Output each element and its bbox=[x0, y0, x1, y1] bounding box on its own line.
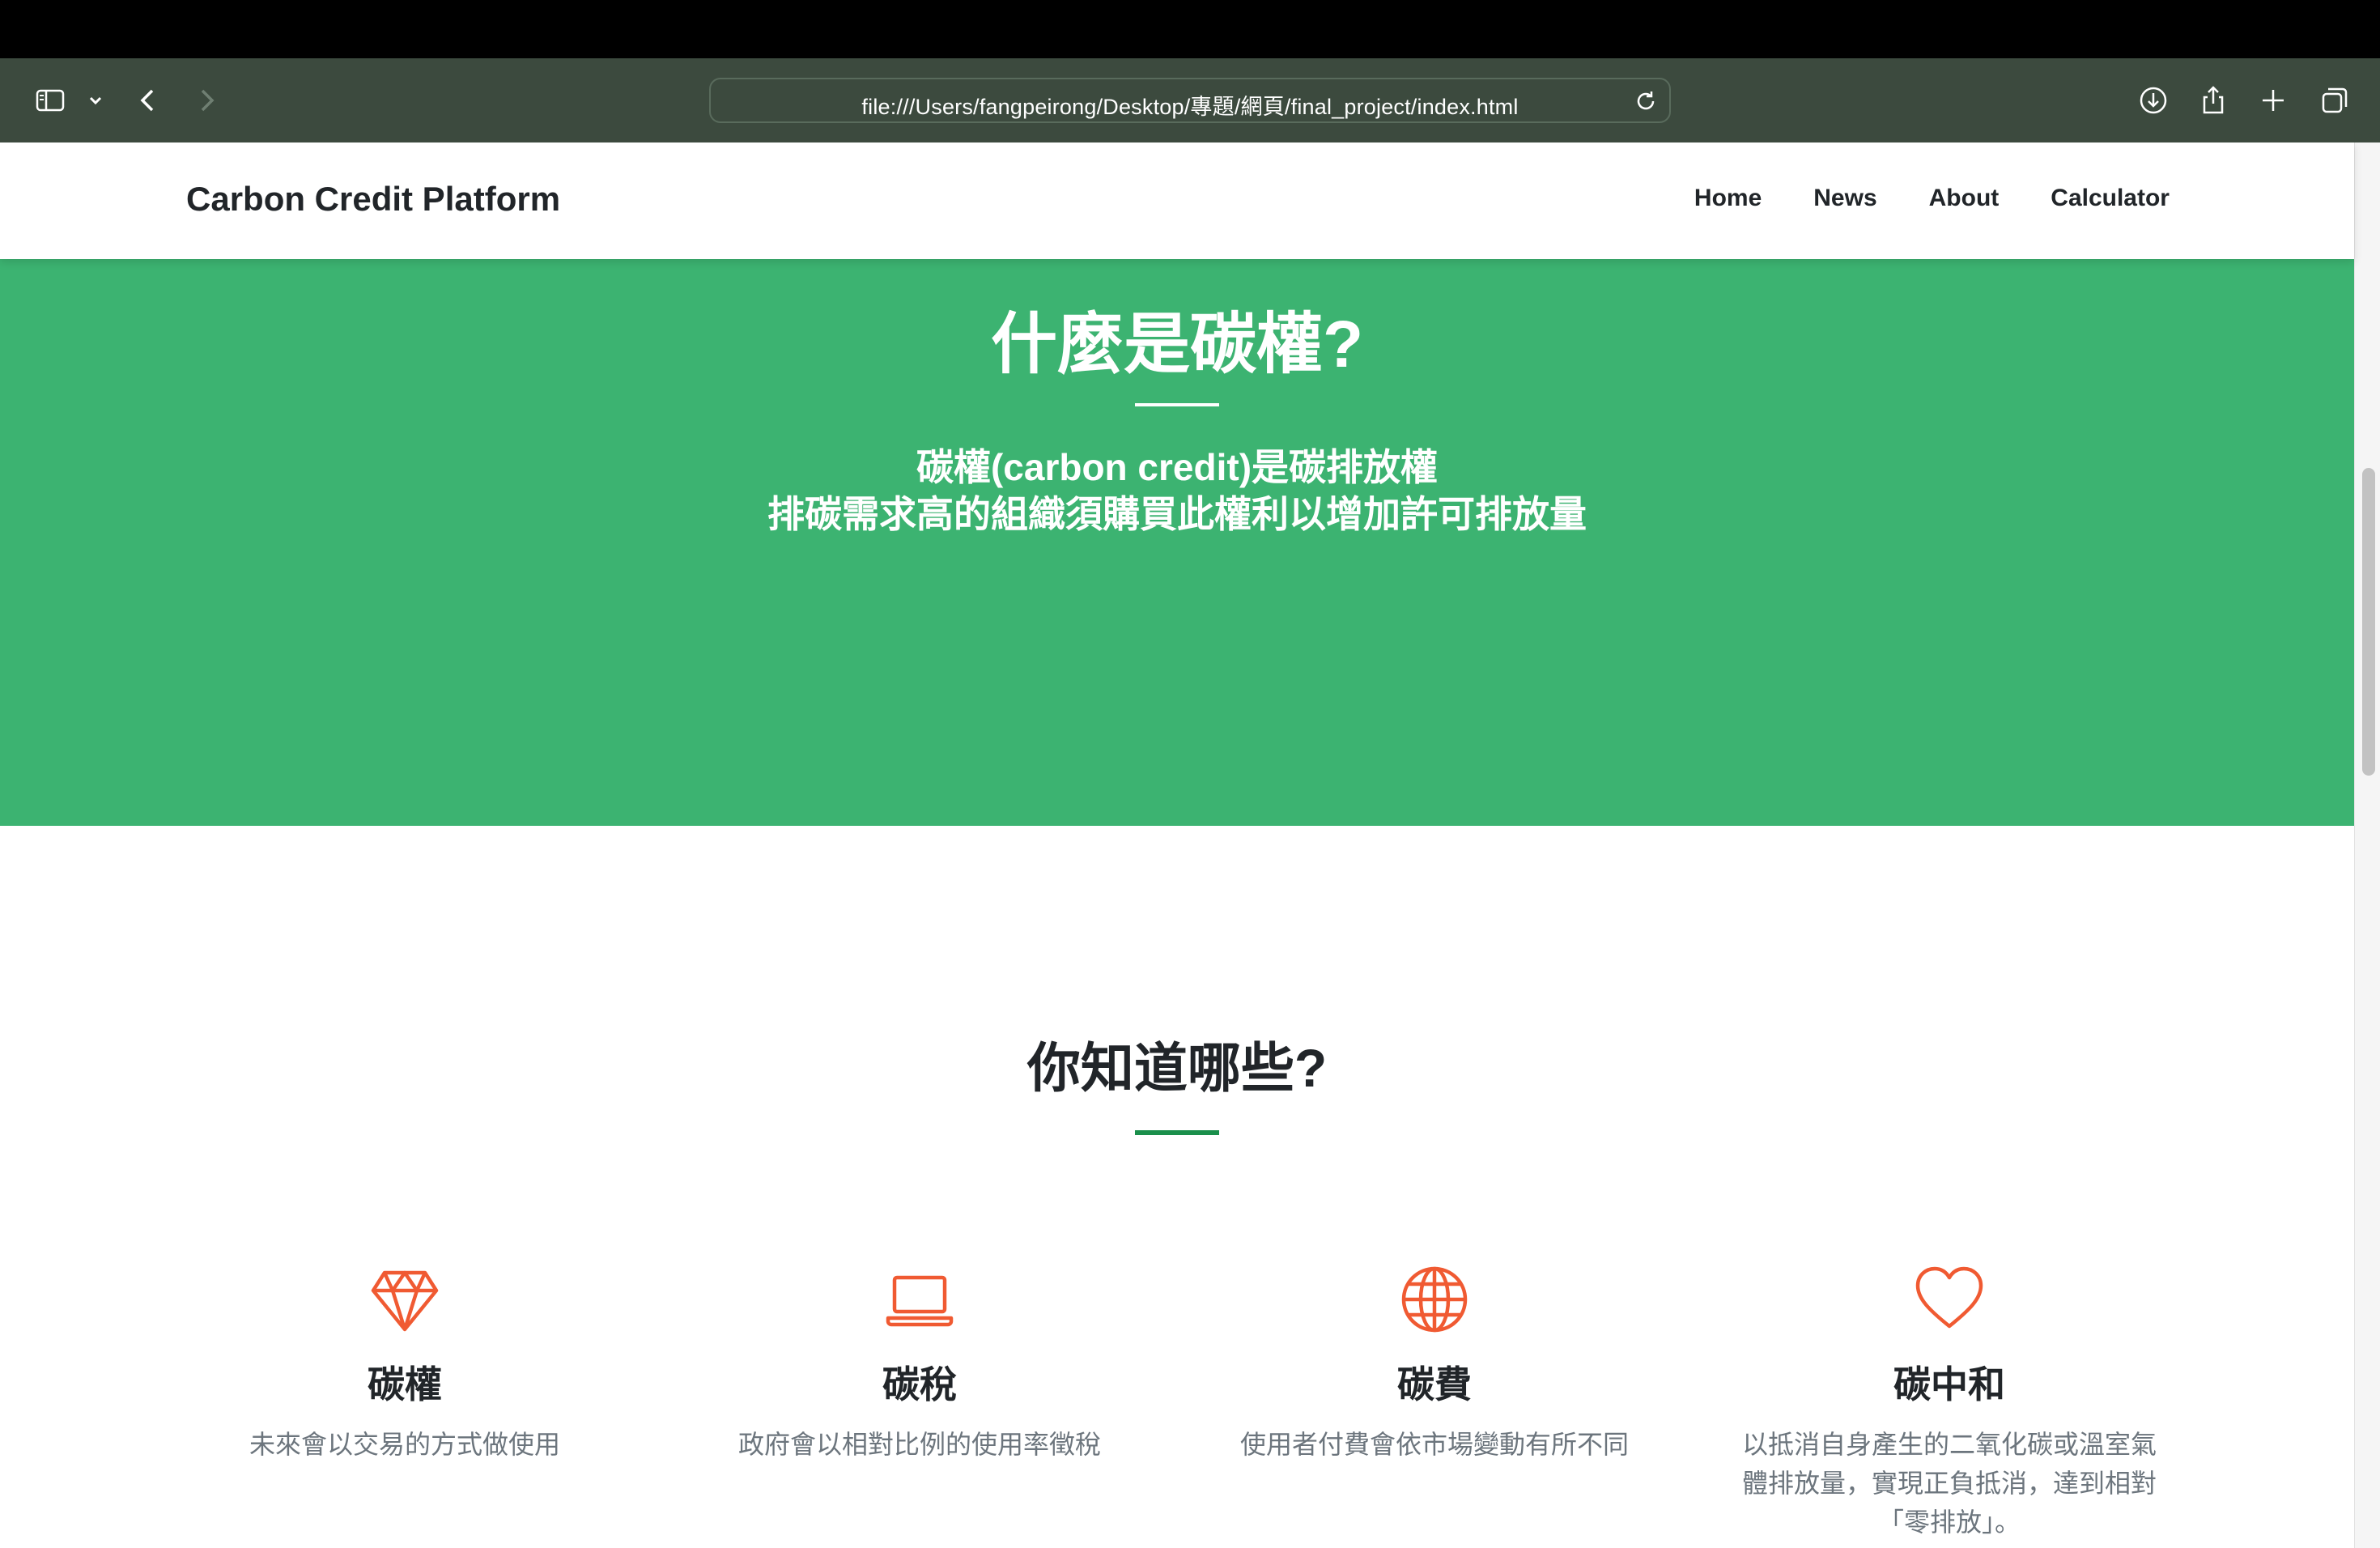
address-bar[interactable]: file:///Users/fangpeirong/Desktop/專題/網頁/… bbox=[709, 78, 1671, 123]
sidebar-toggle-icon[interactable] bbox=[32, 83, 68, 118]
laptop-icon bbox=[886, 1275, 954, 1327]
download-icon[interactable] bbox=[2136, 83, 2171, 118]
feature-title: 碳中和 bbox=[1893, 1363, 2005, 1406]
feature-description: 政府會以相對比例的使用率徵稅 bbox=[737, 1430, 1101, 1459]
hero-section: 什麼是碳權? 碳權(carbon credit)是碳排放權 排碳需求高的組織須購… bbox=[0, 259, 2354, 826]
section-title: 你知道哪些? bbox=[1026, 1038, 1328, 1098]
heart-icon bbox=[1915, 1266, 1983, 1329]
share-icon[interactable] bbox=[2195, 83, 2231, 118]
hero-subtitle: 碳權(carbon credit)是碳排放權 排碳需求高的組織須購買此權利以增加… bbox=[0, 444, 2354, 538]
feature-title: 碳費 bbox=[1397, 1363, 1472, 1406]
chevron-down-icon[interactable] bbox=[78, 83, 113, 118]
feature-title: 碳稅 bbox=[882, 1363, 957, 1406]
hero-line-1: 碳權(carbon credit)是碳排放權 bbox=[916, 446, 1439, 488]
nav-news[interactable]: News bbox=[1813, 185, 1876, 212]
tab-overview-icon[interactable] bbox=[2317, 83, 2352, 118]
scrollbar[interactable] bbox=[2354, 142, 2380, 1548]
hero-divider bbox=[1135, 403, 1219, 406]
feature-description: 以抵消自身產生的二氧化碳或溫室氣體排放量，實現正負抵消，達到相對「零排放」。 bbox=[1741, 1430, 2157, 1537]
site-navbar: Carbon Credit Platform Home News About C… bbox=[0, 142, 2354, 259]
feature-description: 未來會以交易的方式做使用 bbox=[249, 1430, 560, 1459]
forward-icon[interactable] bbox=[188, 83, 223, 118]
section-divider bbox=[1135, 1130, 1219, 1135]
feature-title: 碳權 bbox=[368, 1363, 442, 1406]
feature-carbon-tax: 碳稅 政府會以相對比例的使用率徵稅 bbox=[693, 1263, 1146, 1464]
site-brand[interactable]: Carbon Credit Platform bbox=[186, 180, 560, 219]
nav-home[interactable]: Home bbox=[1694, 185, 1762, 212]
scrollbar-thumb[interactable] bbox=[2362, 468, 2375, 776]
system-menubar bbox=[0, 0, 2380, 58]
hero-title: 什麼是碳權? bbox=[990, 308, 1364, 381]
nav-links: Home News About Calculator bbox=[1694, 185, 2170, 212]
feature-carbon-fee: 碳費 使用者付費會依市場變動有所不同 bbox=[1208, 1263, 1661, 1464]
address-url[interactable]: file:///Users/fangpeirong/Desktop/專題/網頁/… bbox=[711, 89, 1669, 121]
new-tab-icon[interactable] bbox=[2255, 83, 2291, 118]
reload-icon[interactable] bbox=[1632, 87, 1660, 115]
diamond-icon bbox=[371, 1270, 439, 1332]
nav-about[interactable]: About bbox=[1929, 185, 2000, 212]
page-viewport: Carbon Credit Platform Home News About C… bbox=[0, 142, 2380, 1548]
back-icon[interactable] bbox=[131, 83, 167, 118]
feature-description: 使用者付費會依市場變動有所不同 bbox=[1239, 1430, 1629, 1459]
hero-line-2: 排碳需求高的組織須購買此權利以增加許可排放量 bbox=[767, 493, 1587, 535]
feature-carbon-neutral: 碳中和 以抵消自身產生的二氧化碳或溫室氣體排放量，實現正負抵消，達到相對「零排放… bbox=[1723, 1263, 2176, 1542]
nav-calculator[interactable]: Calculator bbox=[2051, 185, 2170, 212]
feature-carbon-credit: 碳權 未來會以交易的方式做使用 bbox=[178, 1263, 631, 1464]
globe-icon bbox=[1401, 1266, 1468, 1333]
